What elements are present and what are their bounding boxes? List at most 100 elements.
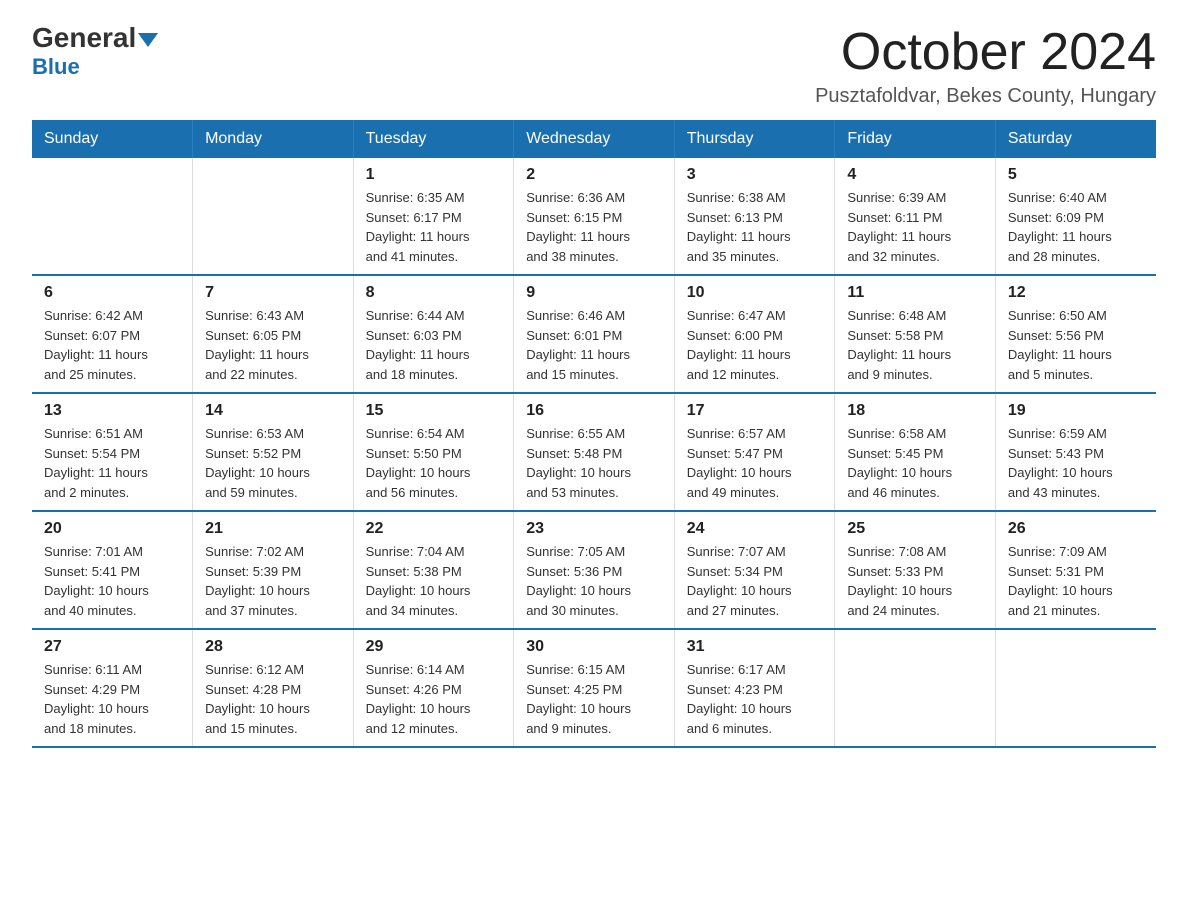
day-number: 12 xyxy=(1008,284,1144,302)
col-wednesday: Wednesday xyxy=(514,120,675,158)
cell-w5-d2: 29 Sunrise: 6:14 AM Sunset: 4:26 PM Dayli… xyxy=(353,629,514,747)
cell-w2-d4: 10Sunrise: 6:47 AM Sunset: 6:00 PM Dayli… xyxy=(674,275,835,393)
col-tuesday: Tuesday xyxy=(353,120,514,158)
day-number: 28 xyxy=(205,638,341,656)
day-info: Sunrise: 6:55 AM Sunset: 5:48 PM Dayligh… xyxy=(526,424,662,502)
day-info: Sunrise: 6:12 AM Sunset: 4:28 PM Dayligh… xyxy=(205,660,341,738)
day-info: Sunrise: 6:58 AM Sunset: 5:45 PM Dayligh… xyxy=(847,424,983,502)
cell-w4-d2: 22 Sunrise: 7:04 AM Sunset: 5:38 PM Dayli… xyxy=(353,511,514,629)
day-number: 11 xyxy=(847,284,983,302)
cell-w4-d0: 20Sunrise: 7:01 AM Sunset: 5:41 PM Dayli… xyxy=(32,511,193,629)
col-monday: Monday xyxy=(193,120,354,158)
cell-w3-d6: 19 Sunrise: 6:59 AM Sunset: 5:43 PM Dayli… xyxy=(995,393,1156,511)
day-info: Sunrise: 6:51 AM Sunset: 5:54 PM Dayligh… xyxy=(44,424,180,502)
day-info: Sunrise: 6:57 AM Sunset: 5:47 PM Dayligh… xyxy=(687,424,823,502)
day-info: Sunrise: 6:11 AM Sunset: 4:29 PM Dayligh… xyxy=(44,660,180,738)
logo-general: General xyxy=(32,24,158,52)
logo-general-text: General xyxy=(32,22,136,53)
day-info: Sunrise: 6:48 AM Sunset: 5:58 PM Dayligh… xyxy=(847,306,983,384)
logo-blue: Blue xyxy=(32,54,80,80)
calendar-table: Sunday Monday Tuesday Wednesday Thursday… xyxy=(32,120,1156,748)
week-row-2: 6 Sunrise: 6:42 AM Sunset: 6:07 PM Daylig… xyxy=(32,275,1156,393)
day-info: Sunrise: 7:01 AM Sunset: 5:41 PM Dayligh… xyxy=(44,542,180,620)
cell-w4-d4: 24 Sunrise: 7:07 AM Sunset: 5:34 PM Dayli… xyxy=(674,511,835,629)
cell-w4-d3: 23Sunrise: 7:05 AM Sunset: 5:36 PM Dayli… xyxy=(514,511,675,629)
cell-w1-d4: 3 Sunrise: 6:38 AM Sunset: 6:13 PM Daylig… xyxy=(674,158,835,275)
calendar-body: 1 Sunrise: 6:35 AM Sunset: 6:17 PM Daylig… xyxy=(32,158,1156,747)
day-info: Sunrise: 6:54 AM Sunset: 5:50 PM Dayligh… xyxy=(366,424,502,502)
cell-w2-d1: 7 Sunrise: 6:43 AM Sunset: 6:05 PM Daylig… xyxy=(193,275,354,393)
day-number: 5 xyxy=(1008,166,1144,184)
cell-w5-d3: 30 Sunrise: 6:15 AM Sunset: 4:25 PM Dayli… xyxy=(514,629,675,747)
location-subtitle: Pusztafoldvar, Bekes County, Hungary xyxy=(815,85,1156,108)
day-info: Sunrise: 7:08 AM Sunset: 5:33 PM Dayligh… xyxy=(847,542,983,620)
cell-w5-d4: 31 Sunrise: 6:17 AM Sunset: 4:23 PM Dayli… xyxy=(674,629,835,747)
day-info: Sunrise: 6:15 AM Sunset: 4:25 PM Dayligh… xyxy=(526,660,662,738)
day-number: 26 xyxy=(1008,520,1144,538)
cell-w5-d1: 28 Sunrise: 6:12 AM Sunset: 4:28 PM Dayli… xyxy=(193,629,354,747)
col-saturday: Saturday xyxy=(995,120,1156,158)
cell-w5-d0: 27 Sunrise: 6:11 AM Sunset: 4:29 PM Dayli… xyxy=(32,629,193,747)
cell-w2-d6: 12 Sunrise: 6:50 AM Sunset: 5:56 PM Dayli… xyxy=(995,275,1156,393)
cell-w2-d3: 9Sunrise: 6:46 AM Sunset: 6:01 PM Daylig… xyxy=(514,275,675,393)
day-number: 13 xyxy=(44,402,180,420)
day-number: 31 xyxy=(687,638,823,656)
day-number: 16 xyxy=(526,402,662,420)
day-info: Sunrise: 6:39 AM Sunset: 6:11 PM Dayligh… xyxy=(847,188,983,266)
week-row-1: 1 Sunrise: 6:35 AM Sunset: 6:17 PM Daylig… xyxy=(32,158,1156,275)
day-info: Sunrise: 7:07 AM Sunset: 5:34 PM Dayligh… xyxy=(687,542,823,620)
day-number: 29 xyxy=(366,638,502,656)
day-number: 24 xyxy=(687,520,823,538)
day-number: 15 xyxy=(366,402,502,420)
day-number: 6 xyxy=(44,284,180,302)
cell-w1-d3: 2Sunrise: 6:36 AM Sunset: 6:15 PM Daylig… xyxy=(514,158,675,275)
calendar-title: October 2024 xyxy=(815,24,1156,81)
day-number: 25 xyxy=(847,520,983,538)
day-number: 8 xyxy=(366,284,502,302)
week-row-3: 13 Sunrise: 6:51 AM Sunset: 5:54 PM Dayli… xyxy=(32,393,1156,511)
day-info: Sunrise: 7:04 AM Sunset: 5:38 PM Dayligh… xyxy=(366,542,502,620)
col-sunday: Sunday xyxy=(32,120,193,158)
day-number: 27 xyxy=(44,638,180,656)
day-info: Sunrise: 6:50 AM Sunset: 5:56 PM Dayligh… xyxy=(1008,306,1144,384)
cell-w4-d5: 25 Sunrise: 7:08 AM Sunset: 5:33 PM Dayli… xyxy=(835,511,996,629)
week-row-4: 20Sunrise: 7:01 AM Sunset: 5:41 PM Dayli… xyxy=(32,511,1156,629)
day-number: 30 xyxy=(526,638,662,656)
title-block: October 2024 Pusztafoldvar, Bekes County… xyxy=(815,24,1156,108)
day-info: Sunrise: 6:40 AM Sunset: 6:09 PM Dayligh… xyxy=(1008,188,1144,266)
header-row: Sunday Monday Tuesday Wednesday Thursday… xyxy=(32,120,1156,158)
day-number: 19 xyxy=(1008,402,1144,420)
day-number: 3 xyxy=(687,166,823,184)
day-number: 1 xyxy=(366,166,502,184)
day-info: Sunrise: 6:53 AM Sunset: 5:52 PM Dayligh… xyxy=(205,424,341,502)
cell-w1-d6: 5 Sunrise: 6:40 AM Sunset: 6:09 PM Daylig… xyxy=(995,158,1156,275)
cell-w1-d2: 1 Sunrise: 6:35 AM Sunset: 6:17 PM Daylig… xyxy=(353,158,514,275)
cell-w1-d1 xyxy=(193,158,354,275)
cell-w5-d6 xyxy=(995,629,1156,747)
day-number: 22 xyxy=(366,520,502,538)
cell-w4-d6: 26 Sunrise: 7:09 AM Sunset: 5:31 PM Dayli… xyxy=(995,511,1156,629)
day-info: Sunrise: 6:38 AM Sunset: 6:13 PM Dayligh… xyxy=(687,188,823,266)
cell-w3-d1: 14Sunrise: 6:53 AM Sunset: 5:52 PM Dayli… xyxy=(193,393,354,511)
cell-w2-d0: 6 Sunrise: 6:42 AM Sunset: 6:07 PM Daylig… xyxy=(32,275,193,393)
cell-w3-d3: 16 Sunrise: 6:55 AM Sunset: 5:48 PM Dayli… xyxy=(514,393,675,511)
day-number: 7 xyxy=(205,284,341,302)
col-thursday: Thursday xyxy=(674,120,835,158)
col-friday: Friday xyxy=(835,120,996,158)
day-info: Sunrise: 6:43 AM Sunset: 6:05 PM Dayligh… xyxy=(205,306,341,384)
cell-w3-d0: 13 Sunrise: 6:51 AM Sunset: 5:54 PM Dayli… xyxy=(32,393,193,511)
day-info: Sunrise: 6:42 AM Sunset: 6:07 PM Dayligh… xyxy=(44,306,180,384)
day-info: Sunrise: 6:46 AM Sunset: 6:01 PM Dayligh… xyxy=(526,306,662,384)
day-info: Sunrise: 6:14 AM Sunset: 4:26 PM Dayligh… xyxy=(366,660,502,738)
day-info: Sunrise: 7:09 AM Sunset: 5:31 PM Dayligh… xyxy=(1008,542,1144,620)
day-info: Sunrise: 6:17 AM Sunset: 4:23 PM Dayligh… xyxy=(687,660,823,738)
day-number: 10 xyxy=(687,284,823,302)
day-number: 17 xyxy=(687,402,823,420)
day-info: Sunrise: 6:35 AM Sunset: 6:17 PM Dayligh… xyxy=(366,188,502,266)
day-number: 18 xyxy=(847,402,983,420)
logo: General Blue xyxy=(32,24,158,80)
calendar-header: Sunday Monday Tuesday Wednesday Thursday… xyxy=(32,120,1156,158)
day-info: Sunrise: 6:59 AM Sunset: 5:43 PM Dayligh… xyxy=(1008,424,1144,502)
cell-w1-d5: 4 Sunrise: 6:39 AM Sunset: 6:11 PM Daylig… xyxy=(835,158,996,275)
day-number: 4 xyxy=(847,166,983,184)
